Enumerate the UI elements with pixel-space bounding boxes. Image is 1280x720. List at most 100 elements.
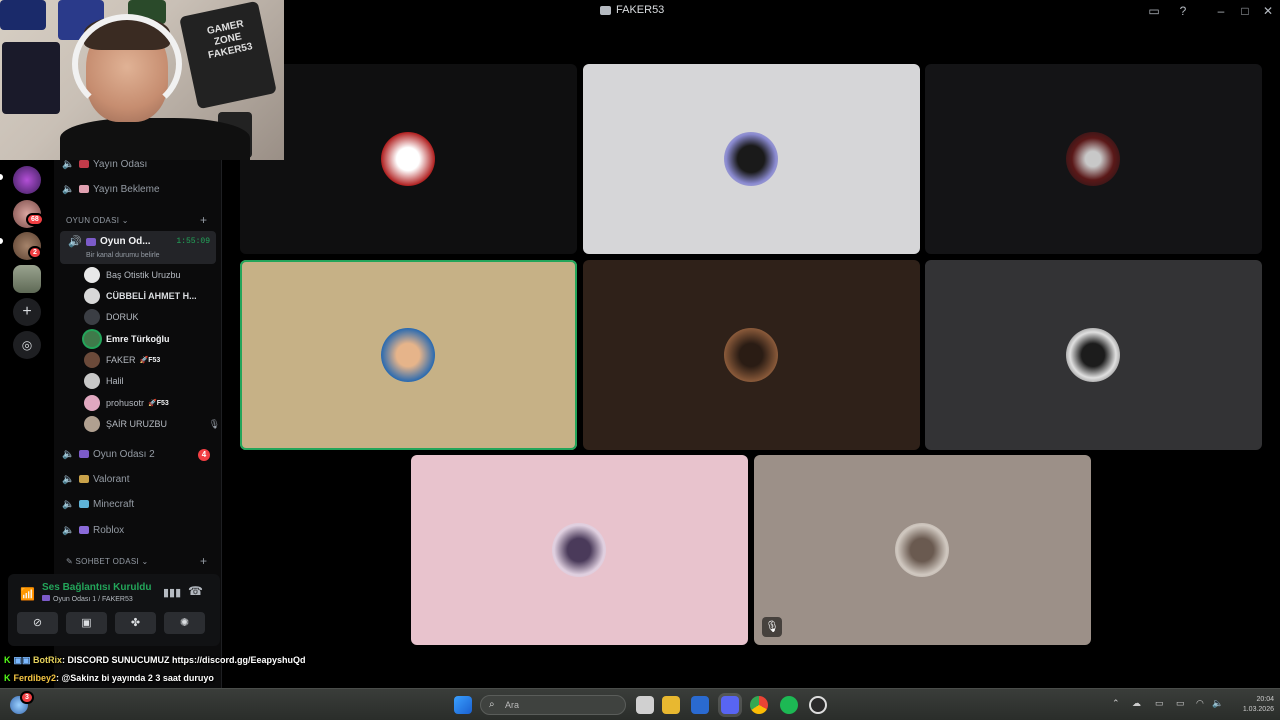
wifi-icon[interactable]: ◠	[1196, 698, 1204, 709]
member-tag-text: F53	[156, 400, 169, 407]
video-tile[interactable]	[925, 64, 1262, 254]
network-icon[interactable]: ☁	[1132, 698, 1141, 709]
discord-icon[interactable]	[721, 696, 739, 714]
server-icon[interactable]	[13, 265, 41, 293]
window-title: FAKER53	[600, 4, 664, 16]
window-title-text: FAKER53	[616, 4, 665, 16]
wall-poster	[2, 42, 60, 114]
clock-time: 20:04	[1256, 696, 1274, 703]
video-tile[interactable]	[240, 64, 577, 254]
soundboard-button[interactable]: ✺	[164, 612, 205, 634]
mic-muted-icon: 🎙	[762, 617, 782, 637]
channel-valorant[interactable]: 🔈 Valorant	[62, 469, 216, 489]
chat-text: : @Sakinz bi yayında 2 3 saat duruyo	[56, 673, 214, 683]
obs-icon[interactable]	[809, 696, 827, 714]
voice-member[interactable]: Emre Türkoğlu	[84, 329, 214, 349]
help-icon[interactable]: ?	[1175, 3, 1191, 19]
speaker-icon: 🔈	[62, 183, 75, 195]
participant-avatar	[1066, 328, 1120, 382]
member-name: Baş Otistik Uruzbu	[106, 270, 181, 280]
streamer-webcam: GAMER ZONE FAKER53	[0, 0, 284, 160]
noise-suppression-icon[interactable]: ▮▮▮	[163, 586, 181, 599]
chat-username: BotRix	[33, 655, 63, 665]
voice-member[interactable]: Baş Otistik Uruzbu	[84, 265, 214, 285]
participant-avatar	[1066, 132, 1120, 186]
channel-emoji-icon	[79, 185, 89, 193]
discord-app: FAKER53 ▭ ? – □ ✕ 68 2 + ◎ 🔈 Yayın Odası…	[0, 0, 1280, 720]
maximize-button[interactable]: □	[1237, 3, 1253, 19]
activities-button[interactable]: ✤	[115, 612, 156, 634]
chat-username: Ferdibey2	[13, 673, 57, 683]
search-placeholder: Ara	[505, 700, 520, 710]
video-tile[interactable]: 🎙	[754, 455, 1091, 645]
video-tile-speaking[interactable]	[240, 260, 577, 450]
channel-label: Minecraft	[93, 498, 135, 510]
voice-member[interactable]: prohusotr 🚀F53	[84, 393, 214, 413]
user-count-badge: 4	[198, 449, 210, 461]
add-channel-icon[interactable]: +	[200, 554, 207, 568]
windows-taskbar: 3 ⌕ Ara ⌃ ☁ ▭ ▭ ◠ 🔈 20:04 1.03.2026	[0, 688, 1280, 720]
category-sohbet-odasi[interactable]: ✎ SOHBET ODASI ⌄	[66, 557, 149, 566]
mention-badge: 68	[26, 213, 44, 226]
video-tile[interactable]	[583, 64, 920, 254]
channel-emoji-icon	[42, 595, 50, 601]
participant-avatar	[724, 132, 778, 186]
category-label: SOHBET ODASI	[75, 557, 139, 566]
notification-badge: 3	[20, 691, 34, 704]
avatar	[84, 288, 100, 304]
voice-member[interactable]: CÜBBELİ AHMET H...	[84, 286, 214, 306]
spotify-icon[interactable]	[780, 696, 798, 714]
video-tile[interactable]	[925, 260, 1262, 450]
channel-status-hint[interactable]: Bir kanal durumu belirle	[86, 252, 160, 259]
channel-label: Oyun Odası 2	[93, 448, 155, 460]
camera-off-button[interactable]: ⊘	[17, 612, 58, 634]
video-tile[interactable]	[583, 260, 920, 450]
badge-icons: ▣▣	[13, 655, 34, 665]
avatar	[84, 352, 100, 368]
channel-yayin-bekleme[interactable]: 🔈 Yayın Bekleme	[62, 179, 216, 199]
add-channel-icon[interactable]: +	[200, 213, 207, 227]
discover-icon[interactable]: ◎	[13, 331, 41, 359]
minimize-button[interactable]: –	[1213, 3, 1229, 19]
task-view-icon[interactable]	[636, 696, 654, 714]
volume-icon[interactable]: 🔈	[1212, 698, 1223, 709]
display-icon[interactable]: ▭	[1176, 698, 1185, 709]
member-name: FAKER	[106, 355, 136, 365]
participant-avatar	[724, 328, 778, 382]
unread-pip	[0, 238, 3, 244]
channel-emoji-icon	[79, 526, 89, 534]
search-icon: ⌕	[489, 699, 495, 710]
channel-roblox[interactable]: 🔈 Roblox	[62, 520, 216, 540]
category-oyun-odasi[interactable]: OYUN ODASI ⌄	[66, 216, 129, 225]
taskbar-search[interactable]: ⌕ Ara	[480, 695, 626, 715]
tray-overflow-icon[interactable]: ⌃	[1112, 698, 1120, 709]
chrome-icon[interactable]	[750, 696, 768, 714]
signal-icon[interactable]: 📶	[20, 587, 35, 601]
channel-minecraft[interactable]: 🔈 Minecraft	[62, 494, 216, 514]
tray-icon[interactable]: ▭	[1155, 698, 1164, 709]
server-icon[interactable]	[13, 166, 41, 194]
file-explorer-icon[interactable]	[662, 696, 680, 714]
voice-member[interactable]: DORUK	[84, 307, 214, 327]
channel-oyun-odasi-2[interactable]: 🔈 Oyun Odası 2	[62, 444, 216, 464]
channel-oyun-odasi-active[interactable]: 🔊 Oyun Od... 1:55:09 Bir kanal durumu be…	[60, 231, 216, 264]
close-button[interactable]: ✕	[1260, 3, 1276, 19]
add-server-icon[interactable]: +	[13, 298, 41, 326]
video-tile[interactable]	[411, 455, 748, 645]
voice-member[interactable]: ŞAİR URUZBU 🎙	[84, 414, 220, 434]
avatar	[84, 309, 100, 325]
channel-emoji-icon	[79, 475, 89, 483]
system-clock[interactable]: 20:04 1.03.2026	[1226, 695, 1274, 715]
participant-avatar	[381, 328, 435, 382]
voice-member[interactable]: FAKER 🚀F53	[84, 350, 214, 370]
voice-status-subtitle[interactable]: Oyun Odası 1 / FAKER53	[42, 595, 133, 603]
store-icon[interactable]	[691, 696, 709, 714]
disconnect-icon[interactable]: ☎	[188, 584, 203, 598]
inbox-icon[interactable]: ▭	[1146, 3, 1162, 19]
voice-status-subtitle-text: Oyun Odası 1 / FAKER53	[53, 596, 133, 603]
member-name: DORUK	[106, 312, 139, 322]
start-menu-icon[interactable]	[454, 696, 472, 714]
channel-emoji-icon	[79, 500, 89, 508]
voice-member[interactable]: Halil	[84, 371, 214, 391]
screen-share-button[interactable]: ▣	[66, 612, 107, 634]
